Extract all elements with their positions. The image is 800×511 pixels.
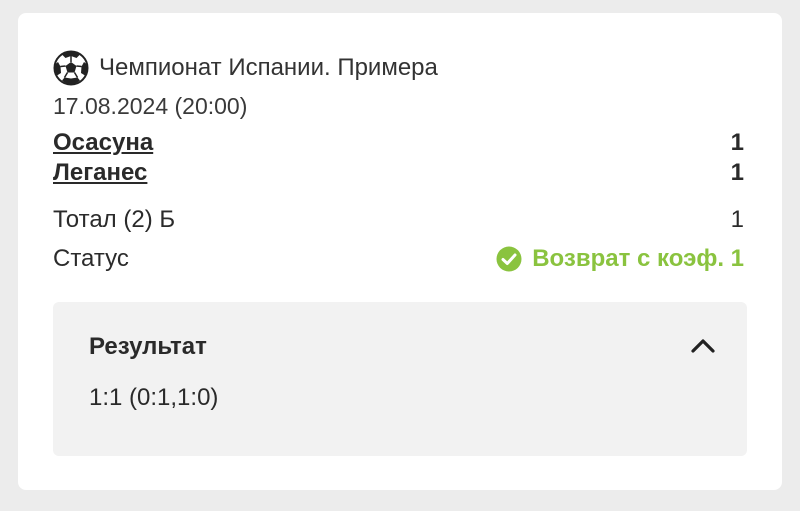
- result-title: Результат: [89, 333, 207, 360]
- status-row: Статус Возврат с коэф. 1: [53, 245, 744, 273]
- home-team-row: Осасуна 1: [53, 129, 744, 157]
- home-team-link[interactable]: Осасуна: [53, 129, 153, 157]
- bet-card: Чемпионат Испании. Примера 17.08.2024 (2…: [18, 13, 782, 490]
- market-label: Тотал (2) Б: [53, 206, 176, 233]
- chevron-up-icon[interactable]: [689, 335, 717, 355]
- result-value: 1:1 (0:1,1:0): [89, 384, 219, 411]
- league-title: Чемпионат Испании. Примера: [99, 54, 438, 81]
- market-row: Тотал (2) Б 1: [53, 206, 744, 234]
- away-team-link[interactable]: Леганес: [53, 159, 147, 187]
- status-label: Статус: [53, 245, 129, 272]
- status-text: Возврат с коэф. 1: [532, 245, 744, 272]
- league-header: Чемпионат Испании. Примера: [53, 50, 438, 86]
- away-team-row: Леганес 1: [53, 159, 744, 187]
- match-datetime: 17.08.2024 (20:00): [53, 93, 248, 119]
- market-value: 1: [730, 206, 744, 233]
- result-panel: Результат 1:1 (0:1,1:0): [53, 302, 747, 456]
- check-circle-icon: [496, 246, 522, 272]
- home-team-score: 1: [730, 129, 744, 156]
- away-team-score: 1: [730, 159, 744, 186]
- status-value: Возврат с коэф. 1: [496, 245, 744, 273]
- soccer-ball-icon: [53, 50, 89, 86]
